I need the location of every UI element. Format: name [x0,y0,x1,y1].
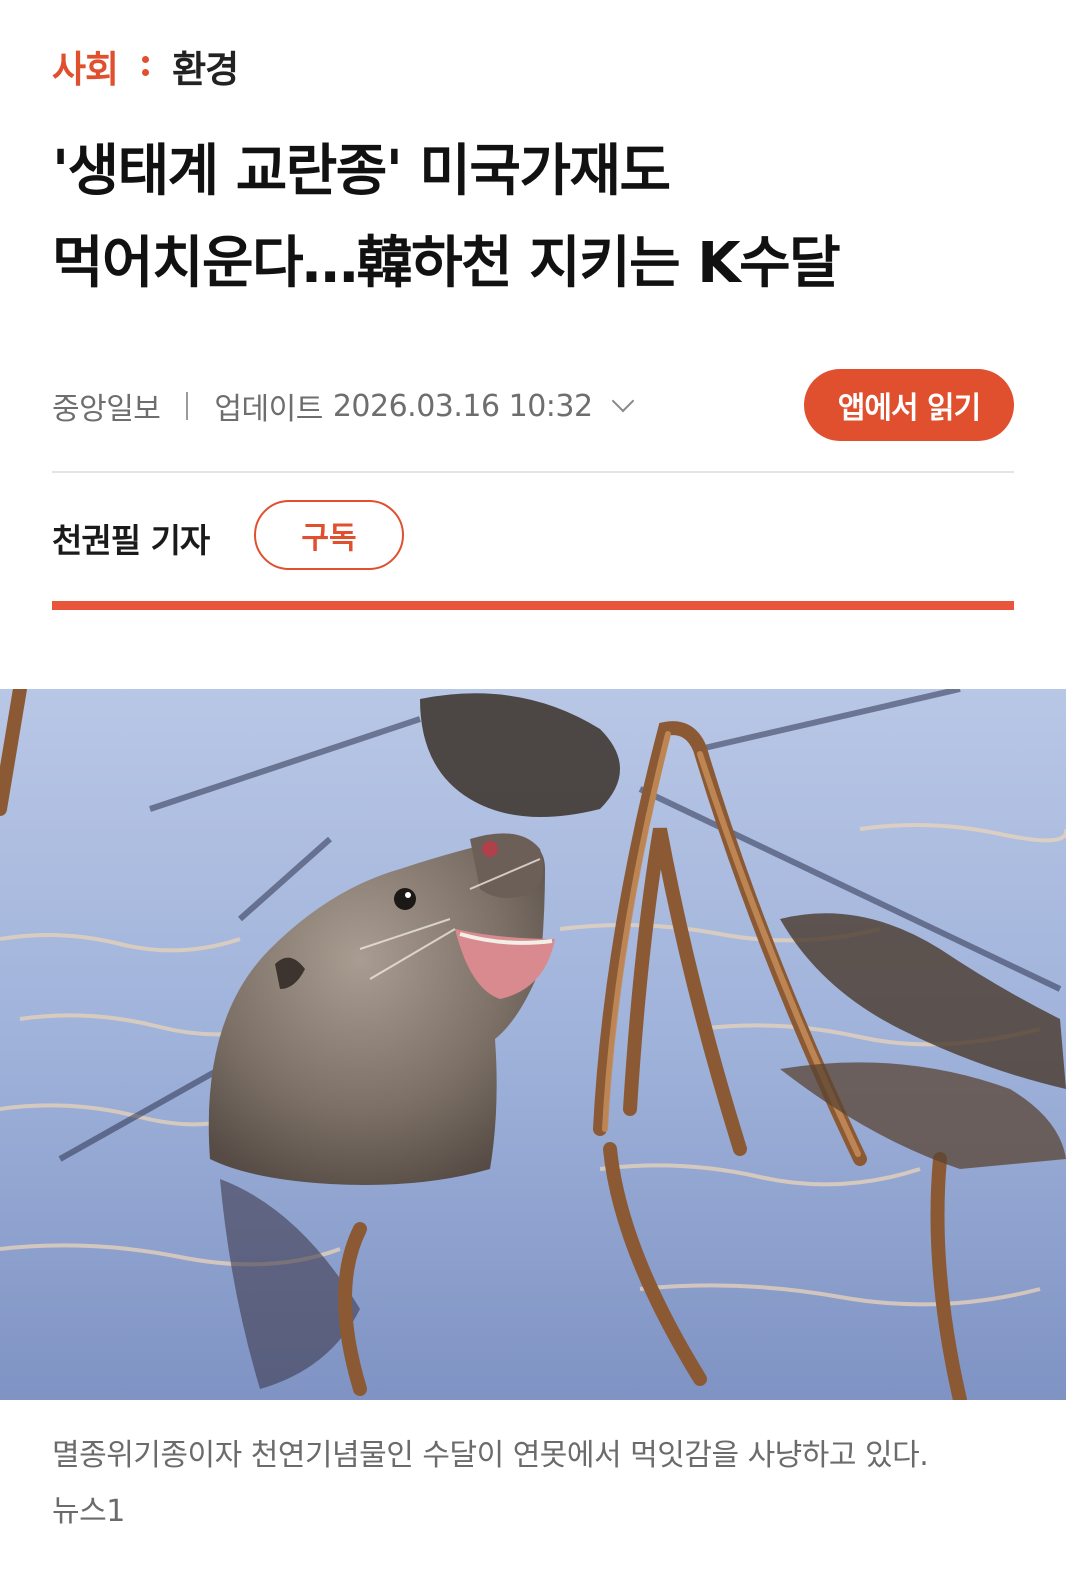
otter-photo-illustration [0,689,1066,1400]
breadcrumb-section[interactable]: 사회 [52,39,119,93]
chevron-down-icon[interactable] [611,389,634,413]
reporter-name[interactable]: 천권필 기자 [52,510,210,566]
article-photo[interactable] [0,689,1066,1400]
updated-datetime[interactable]: 2026.03.16 10:32 [333,389,593,424]
breadcrumb-separator-icon [142,53,150,79]
updated-label: 업데이트 [214,392,323,427]
article-headline: '생태계 교란종' 미국가재도 먹어치운다…韓하천 지키는 K수달 [52,126,1012,310]
article-meta: 중앙일보 업데이트 2026.03.16 10:32 [52,380,634,432]
read-in-app-button[interactable]: 앱에서 읽기 [804,369,1014,441]
article-page: 사회 환경 '생태계 교란종' 미국가재도 먹어치운다…韓하천 지키는 K수달 … [0,0,1080,1588]
meta-divider-line [52,471,1014,473]
publisher-name: 중앙일보 [52,392,161,427]
subscribe-button[interactable]: 구독 [254,500,404,570]
photo-caption: 멸종위기종이자 천연기념물인 수달이 연못에서 먹잇감을 사냥하고 있다. 뉴스… [52,1428,1032,1540]
breadcrumb: 사회 환경 [52,39,239,93]
meta-divider [186,392,189,420]
breadcrumb-subsection[interactable]: 환경 [172,39,239,93]
caption-credit: 뉴스1 [52,1494,125,1529]
headline-line-1: '생태계 교란종' 미국가재도 [52,139,671,204]
headline-line-2: 먹어치운다…韓하천 지키는 K수달 [52,231,841,296]
header-accent-rule [52,601,1014,610]
caption-text: 멸종위기종이자 천연기념물인 수달이 연못에서 먹잇감을 사냥하고 있다. [52,1438,929,1473]
